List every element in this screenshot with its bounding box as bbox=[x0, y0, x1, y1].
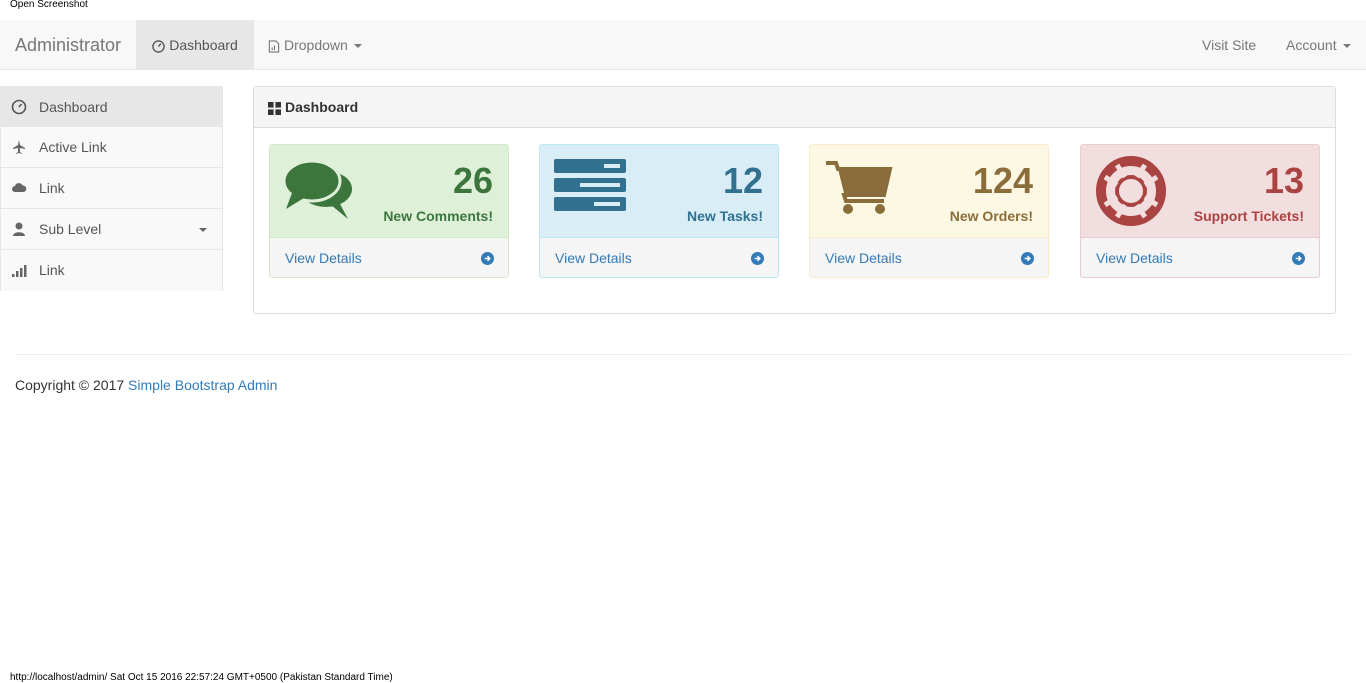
nav-dashboard[interactable]: Dashboard bbox=[136, 20, 254, 70]
window-caption: Open Screenshot bbox=[10, 0, 88, 10]
chevron-down-icon bbox=[1342, 44, 1351, 49]
sidebar-item-label: Active Link bbox=[39, 139, 107, 155]
dashboard-panel: Dashboard 26 New Comments! View Details bbox=[253, 86, 1336, 314]
arrow-circle-right-icon bbox=[1021, 252, 1034, 265]
dashboard-icon bbox=[11, 99, 27, 115]
sidebar-item-label: Dashboard bbox=[39, 99, 108, 115]
panel-title: Dashboard bbox=[285, 99, 359, 115]
footer-divider bbox=[15, 354, 1351, 355]
view-details-link[interactable]: View Details bbox=[1081, 237, 1319, 277]
sidebar-item-link-2[interactable]: Link bbox=[0, 250, 223, 291]
dashboard-icon bbox=[152, 40, 166, 53]
footer-link[interactable]: Simple Bootstrap Admin bbox=[128, 377, 277, 393]
view-details-link[interactable]: View Details bbox=[810, 237, 1048, 277]
card-label: New Comments! bbox=[383, 208, 493, 224]
nav-account-label: Account bbox=[1286, 37, 1337, 53]
comments-icon bbox=[284, 159, 352, 219]
sidebar-item-active-link[interactable]: Active Link bbox=[0, 127, 223, 168]
navbar-brand[interactable]: Administrator bbox=[15, 20, 121, 70]
sidebar: Dashboard Active Link Link Sub Level Lin… bbox=[0, 86, 223, 291]
life-ring-icon bbox=[1096, 156, 1166, 226]
card-count: 13 bbox=[1263, 160, 1304, 201]
card-label: New Tasks! bbox=[687, 208, 763, 224]
card-orders: 124 New Orders! View Details bbox=[809, 144, 1049, 278]
plane-icon bbox=[13, 140, 25, 154]
th-large-icon bbox=[268, 101, 281, 115]
card-tickets: 13 Support Tickets! View Details bbox=[1080, 144, 1320, 278]
tasks-icon bbox=[554, 159, 626, 211]
arrow-circle-right-icon bbox=[1292, 252, 1305, 265]
sidebar-item-dashboard[interactable]: Dashboard bbox=[0, 86, 223, 127]
chevron-down-icon bbox=[199, 228, 207, 232]
top-navbar: Administrator Dashboard Dropdown Visit S… bbox=[0, 20, 1366, 70]
card-comments: 26 New Comments! View Details bbox=[269, 144, 509, 278]
view-details-link[interactable]: View Details bbox=[540, 237, 778, 277]
sidebar-item-label: Link bbox=[39, 262, 65, 278]
nav-dashboard-label: Dashboard bbox=[169, 37, 238, 53]
view-details-label: View Details bbox=[825, 250, 902, 266]
sidebar-item-link[interactable]: Link bbox=[0, 168, 223, 209]
file-chart-icon bbox=[268, 40, 280, 53]
chevron-down-icon bbox=[353, 44, 362, 49]
card-count: 26 bbox=[452, 160, 493, 201]
nav-account[interactable]: Account bbox=[1286, 20, 1351, 70]
arrow-circle-right-icon bbox=[751, 252, 764, 265]
nav-visit-site[interactable]: Visit Site bbox=[1202, 20, 1256, 70]
sidebar-item-label: Link bbox=[39, 180, 65, 196]
view-details-link[interactable]: View Details bbox=[270, 237, 508, 277]
footer: Copyright © 2017 Simple Bootstrap Admin bbox=[15, 377, 277, 393]
panel-heading: Dashboard bbox=[254, 87, 1335, 128]
user-icon bbox=[13, 222, 25, 236]
sidebar-item-label: Sub Level bbox=[39, 221, 102, 237]
view-details-label: View Details bbox=[1096, 250, 1173, 266]
view-details-label: View Details bbox=[555, 250, 632, 266]
copyright-text: Copyright © 2017 bbox=[15, 377, 125, 393]
sidebar-item-sub-level[interactable]: Sub Level bbox=[0, 209, 223, 250]
card-label: New Orders! bbox=[949, 208, 1033, 224]
card-tasks: 12 New Tasks! View Details bbox=[539, 144, 779, 278]
status-bar: http://localhost/admin/ Sat Oct 15 2016 … bbox=[10, 672, 393, 683]
shopping-cart-icon bbox=[826, 161, 893, 214]
signal-icon bbox=[12, 265, 27, 277]
card-count: 12 bbox=[722, 160, 763, 201]
nav-dropdown-label: Dropdown bbox=[284, 37, 348, 53]
cloud-icon bbox=[12, 183, 27, 192]
view-details-label: View Details bbox=[285, 250, 362, 266]
card-count: 124 bbox=[972, 160, 1033, 201]
card-label: Support Tickets! bbox=[1193, 208, 1304, 224]
arrow-circle-right-icon bbox=[481, 252, 494, 265]
nav-dropdown[interactable]: Dropdown bbox=[268, 20, 362, 70]
